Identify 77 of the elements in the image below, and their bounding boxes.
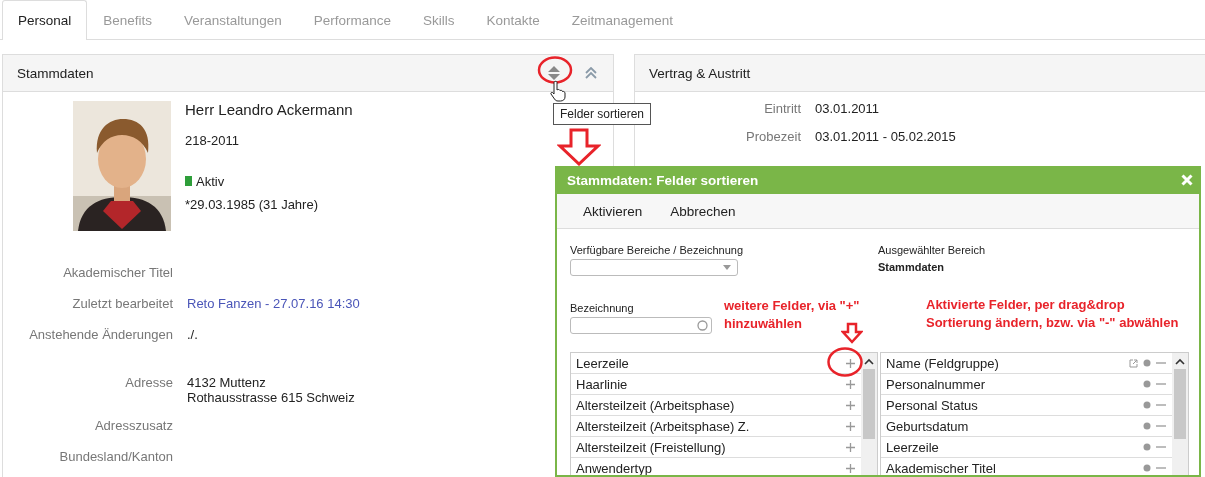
- employee-name: Herr Leandro Ackermann: [185, 101, 353, 120]
- field-value: 4132 Muttenz: [187, 375, 266, 390]
- dot-icon: [1143, 422, 1151, 430]
- add-icon[interactable]: [846, 421, 855, 431]
- available-field-item[interactable]: Altersteilzeit (Freistellung): [571, 437, 861, 458]
- available-field-item[interactable]: Altersteilzeit (Arbeitsphase) Z.: [571, 416, 861, 437]
- area-select[interactable]: [570, 259, 738, 276]
- scrollbar[interactable]: [861, 353, 877, 475]
- field-label: Bundesland/Kanton: [58, 449, 173, 466]
- available-field-item[interactable]: Altersteilzeit (Arbeitsphase): [571, 395, 861, 416]
- dialog-title: Stammdaten: Felder sortieren: [567, 172, 759, 188]
- field-label: Ausgewählter Bereich: [878, 244, 985, 256]
- remove-icon[interactable]: [1156, 443, 1166, 451]
- birth-date: *29.03.1985 (31 Jahre): [185, 197, 319, 214]
- edit-link[interactable]: Reto Fanzen - 27.07.16 14:30: [187, 296, 360, 311]
- add-icon[interactable]: [846, 400, 855, 410]
- field-label: Anstehende Änderungen: [28, 327, 173, 344]
- field-value: 03.01.2011: [815, 101, 881, 116]
- close-icon[interactable]: [1181, 174, 1193, 186]
- tooltip: Felder sortieren: [553, 103, 652, 125]
- scrollbar-thumb[interactable]: [1174, 369, 1186, 439]
- dot-icon: [1143, 443, 1151, 451]
- add-icon[interactable]: [846, 358, 855, 368]
- add-icon[interactable]: [846, 463, 855, 473]
- remove-icon[interactable]: [1156, 401, 1166, 409]
- dot-icon: [1143, 464, 1151, 472]
- field-label: Zuletzt bearbeitet: [71, 296, 173, 313]
- available-field-item[interactable]: Leerzeile: [571, 353, 861, 374]
- field-value: Rothausstrasse 615 Schweiz: [187, 390, 355, 405]
- down-arrow-drawing: [841, 322, 863, 344]
- tab[interactable]: Personal: [2, 0, 88, 40]
- active-field-item[interactable]: Geburtsdatum: [881, 416, 1172, 437]
- active-field-item[interactable]: Name (Feldgruppe): [881, 353, 1172, 374]
- scroll-up-icon[interactable]: [864, 358, 874, 366]
- field-value: 03.01.2011 - 05.02.2015: [815, 129, 957, 144]
- scroll-up-icon[interactable]: [1175, 358, 1185, 366]
- annotation-text: Aktivierte Felder, per drag&drop Sortierung ändern, bzw. via "-" abwählen: [926, 296, 1179, 332]
- search-field[interactable]: [570, 317, 712, 334]
- search-icon: [697, 320, 708, 331]
- dot-icon: [1143, 401, 1151, 409]
- dot-icon: [1143, 380, 1151, 388]
- add-icon[interactable]: [846, 442, 855, 452]
- scrollbar-thumb[interactable]: [863, 369, 875, 439]
- available-field-item[interactable]: Haarlinie: [571, 374, 861, 395]
- external-link-icon[interactable]: [1129, 358, 1138, 368]
- highlight-circle: [826, 346, 864, 378]
- collapse-icon[interactable]: [585, 67, 597, 79]
- field-label: Verfügbare Bereiche / Bezeichnung: [570, 244, 744, 256]
- highlight-circle: [537, 56, 573, 84]
- toolbar-button[interactable]: Aktivieren: [573, 199, 653, 223]
- remove-icon[interactable]: [1156, 464, 1166, 472]
- employee-number: 218-2011: [185, 133, 240, 150]
- field-label: Adresse: [124, 375, 173, 392]
- status-icon: [185, 176, 192, 186]
- panel-title: Stammdaten: [17, 65, 95, 81]
- remove-icon[interactable]: [1156, 359, 1166, 367]
- add-icon[interactable]: [846, 379, 855, 389]
- panel-title: Vertrag & Austritt: [649, 65, 751, 81]
- dot-icon: [1143, 359, 1151, 367]
- toolbar-button[interactable]: Abbrechen: [660, 199, 746, 223]
- active-field-item[interactable]: Personalnummer: [881, 374, 1172, 395]
- annotation-text: weitere Felder, via "+" hinzuwählen: [724, 297, 860, 333]
- status-text: Aktiv: [196, 173, 225, 189]
- field-label: Bezeichnung: [570, 302, 634, 314]
- active-field-item[interactable]: Personal Status: [881, 395, 1172, 416]
- active-field-item[interactable]: Leerzeile: [881, 437, 1172, 458]
- selected-area: Stammdaten: [878, 261, 1186, 273]
- down-arrow-drawing: [557, 128, 601, 166]
- field-label: Probezeit: [745, 129, 801, 144]
- field-value: ./.: [187, 327, 198, 342]
- sort-icon[interactable]: [547, 65, 561, 81]
- dropdown-caret-icon: [723, 265, 731, 270]
- remove-icon[interactable]: [1156, 422, 1166, 430]
- remove-icon[interactable]: [1156, 380, 1166, 388]
- field-label: Adresszusatz: [93, 418, 173, 435]
- field-label: Akademischer Titel: [62, 265, 173, 282]
- scrollbar[interactable]: [1172, 353, 1188, 475]
